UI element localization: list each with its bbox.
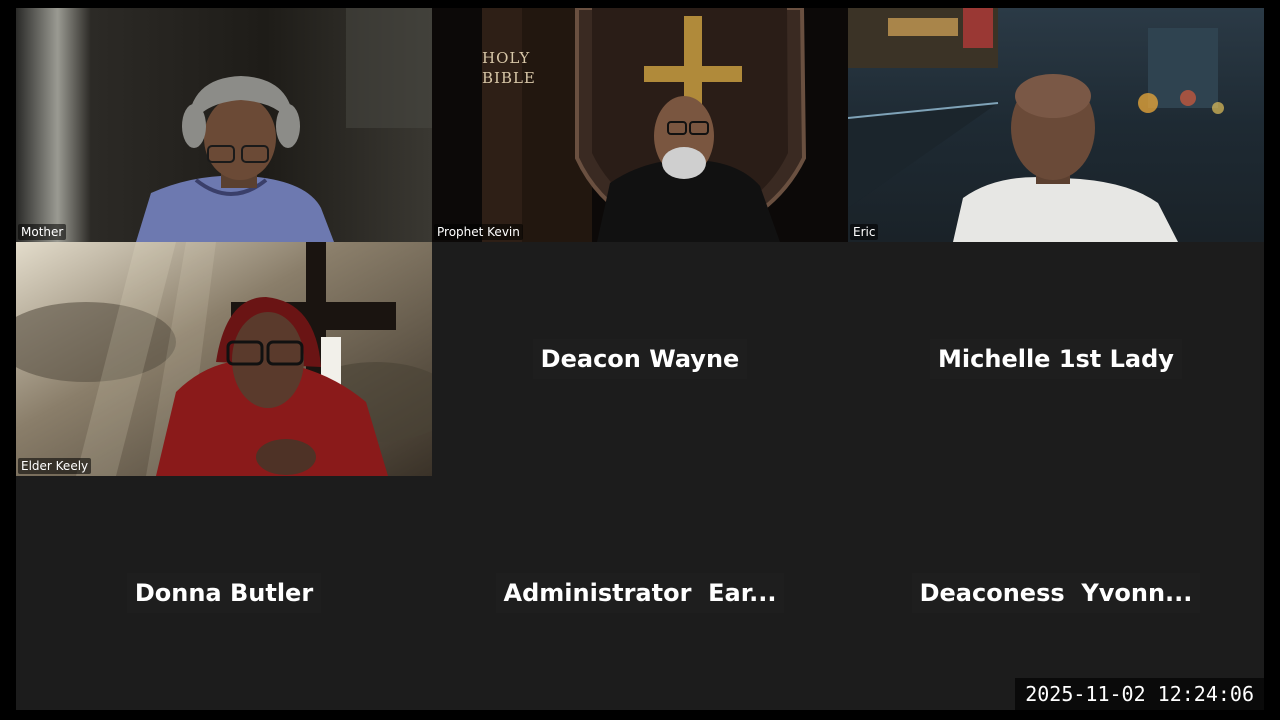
- video-grid: Mother HOLY BIBLE Prophet Kevin Eric Eld…: [16, 8, 1264, 710]
- video-tile-mother[interactable]: Mother: [16, 8, 432, 242]
- participant-name: Administrator Ear...: [495, 573, 785, 613]
- video-feed: [16, 8, 432, 242]
- video-tile-prophet-kevin[interactable]: HOLY BIBLE Prophet Kevin: [432, 8, 848, 242]
- video-feed: [848, 8, 1264, 242]
- audio-tile-deacon-wayne[interactable]: Deacon Wayne: [432, 242, 848, 476]
- audio-tile-deaconess[interactable]: Deaconess Yvonn...: [848, 476, 1264, 710]
- bible-text: HOLY BIBLE: [482, 49, 536, 87]
- audio-tile-michelle-1st-lady[interactable]: Michelle 1st Lady: [848, 242, 1264, 476]
- audio-tile-administrator[interactable]: Administrator Ear...: [432, 476, 848, 710]
- participant-name-label: Prophet Kevin: [434, 224, 523, 240]
- participant-name-label: Mother: [18, 224, 67, 240]
- recording-timestamp: 2025-11-02 12:24:06: [1015, 678, 1264, 710]
- audio-tile-donna-butler[interactable]: Donna Butler: [16, 476, 432, 710]
- video-feed: [432, 8, 848, 242]
- video-tile-elder-keely[interactable]: Elder Keely: [16, 242, 432, 476]
- video-feed: [16, 242, 432, 476]
- participant-name: Donna Butler: [126, 573, 322, 613]
- participant-name-label: Elder Keely: [18, 458, 92, 474]
- participant-name-label: Eric: [850, 224, 879, 240]
- participant-name: Michelle 1st Lady: [930, 339, 1182, 379]
- video-tile-eric[interactable]: Eric: [848, 8, 1264, 242]
- participant-name: Deaconess Yvonn...: [911, 573, 1201, 613]
- participant-name: Deacon Wayne: [532, 339, 748, 379]
